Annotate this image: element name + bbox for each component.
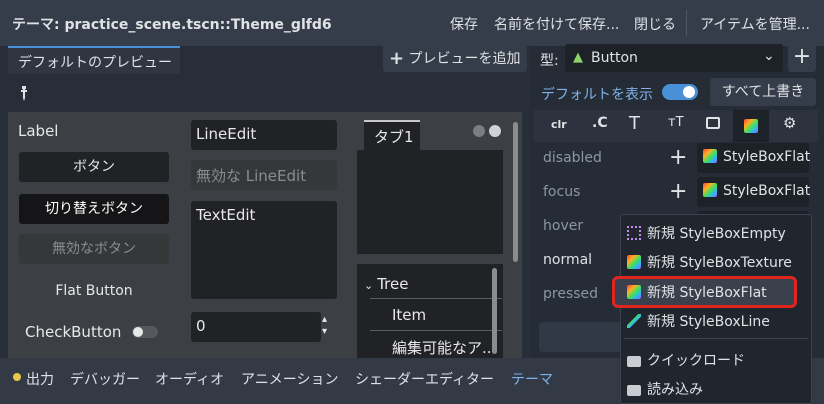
tree-item-row[interactable]: Item [392, 306, 426, 324]
stylebox-flat-icon [703, 149, 717, 163]
tab-container-panel [357, 150, 503, 254]
theme-preview: Label ボタン 切り替えボタン 無効なボタン Flat Button Che… [8, 112, 522, 358]
stylebox-name-disabled: disabled [543, 150, 602, 166]
stylebox-icon [744, 119, 758, 133]
type-dropdown[interactable]: ▲ Button ⌄ [565, 44, 783, 72]
preview-toggle-button[interactable]: 切り替えボタン [19, 194, 169, 224]
stylebox-name-pressed: pressed [543, 286, 599, 302]
stylebox-texture-icon [627, 255, 641, 269]
constant-icon[interactable]: .C [592, 115, 608, 131]
preview-check-button[interactable]: CheckButton [25, 323, 159, 341]
stylebox-name-hover: hover [543, 218, 584, 234]
plus-icon: + [389, 48, 405, 69]
stylebox-empty-icon [627, 226, 641, 240]
show-default-toggle[interactable] [662, 84, 698, 100]
tree-scrollbar[interactable] [492, 268, 497, 354]
preview-label: Label [18, 122, 59, 140]
folder-icon [627, 385, 641, 396]
tab-scroll-right-icon[interactable] [489, 125, 501, 137]
tab-theme[interactable]: テーマ [511, 369, 553, 389]
tab-audio[interactable]: オーディオ [155, 369, 224, 389]
output-status-dot-icon [13, 373, 21, 381]
plus-icon: + [792, 44, 812, 69]
menu-item-quick-load[interactable]: クイックロード [627, 350, 745, 370]
tab-scroll-left-icon[interactable] [473, 125, 485, 137]
preview-scrollbar[interactable] [513, 122, 518, 262]
tab-output[interactable]: 出力 [26, 369, 54, 389]
save-button[interactable]: 保存 [450, 14, 478, 34]
preview-tab1[interactable]: タブ1 [364, 120, 420, 150]
eyedropper-icon[interactable] [19, 86, 29, 106]
manage-items-button[interactable]: アイテムを管理... [700, 14, 810, 34]
font-icon[interactable]: T [629, 113, 640, 134]
close-button[interactable]: 閉じる [634, 14, 676, 34]
show-default-label: デフォルトを表示 [541, 87, 653, 103]
stylebox-name-normal: normal [543, 252, 593, 268]
divider [686, 10, 687, 36]
editor-title: テーマ: practice_scene.tscn::Theme_glfd6 [12, 17, 332, 33]
preview-button[interactable]: ボタン [19, 152, 169, 182]
plus-icon[interactable]: + [669, 181, 687, 203]
type-dropdown-value: Button [591, 50, 638, 66]
preview-line-edit[interactable]: LineEdit [191, 120, 337, 150]
add-stylebox-item-button[interactable] [539, 322, 629, 352]
tab-animation[interactable]: アニメーション [241, 369, 338, 389]
menu-item-new-styleboxempty[interactable]: 新規 StyleBoxEmpty [627, 223, 786, 243]
menu-separator [624, 338, 808, 339]
stylebox-line-icon [627, 314, 641, 328]
plus-icon[interactable]: + [669, 147, 687, 169]
tree-divider [370, 330, 502, 331]
tab-default-preview[interactable]: デフォルトのプレビュー [8, 46, 180, 74]
chevron-down-icon: ⌄ [763, 48, 775, 64]
stylebox-flat-icon [703, 183, 717, 197]
menu-item-new-styleboxflat[interactable]: 新規 StyleBoxFlat [627, 282, 767, 302]
tree-divider [370, 298, 502, 299]
toggle-switch-icon [132, 326, 159, 338]
spinbox-arrows-icon[interactable]: ▴ ▾ [322, 314, 327, 338]
preview-flat-button[interactable]: Flat Button [19, 276, 169, 306]
type-label: 型: [540, 53, 559, 69]
override-all-button[interactable]: すべて上書き [710, 78, 816, 106]
chevron-down-icon: ⌄ [364, 279, 374, 292]
type-settings-icon[interactable]: ⚙ [783, 114, 796, 132]
color-icon[interactable]: clr [551, 118, 567, 131]
preview-spinbox[interactable]: 0 [191, 312, 321, 342]
tree-root-row[interactable]: ⌄ Tree [364, 275, 408, 293]
tab-shader-editor[interactable]: シェーダーエディター [355, 369, 494, 389]
menu-item-new-styleboxtexture[interactable]: 新規 StyleBoxTexture [627, 252, 792, 272]
button-node-icon: ▲ [573, 50, 583, 65]
stylebox-tab-active[interactable] [733, 110, 769, 142]
menu-item-new-styleboxline[interactable]: 新規 StyleBoxLine [627, 311, 770, 331]
add-type-button[interactable]: + [788, 44, 816, 72]
preview-disabled-button: 無効なボタン [19, 234, 169, 264]
save-as-button[interactable]: 名前を付けて保存... [494, 14, 619, 34]
stylebox-field-disabled[interactable]: StyleBoxFlat [697, 143, 810, 173]
menu-item-load[interactable]: 読み込み [627, 379, 703, 399]
stylebox-name-focus: focus [543, 184, 581, 200]
tree-editable-row[interactable]: 編集可能なア... [392, 337, 496, 358]
tab-debugger[interactable]: デバッガー [70, 369, 140, 389]
add-preview-label: プレビューを追加 [408, 51, 521, 67]
folder-icon [627, 356, 641, 367]
check-button-label: CheckButton [25, 323, 122, 341]
stylebox-flat-icon [627, 285, 641, 299]
stylebox-field-focus[interactable]: StyleBoxFlat [697, 177, 810, 207]
preview-disabled-line-edit: 無効な LineEdit [191, 160, 337, 190]
preview-text-edit[interactable]: TextEdit [191, 201, 337, 299]
font-size-icon[interactable]: ᴛT [668, 115, 684, 130]
icon-icon[interactable] [706, 117, 720, 129]
add-preview-button[interactable]: + プレビューを追加 [383, 44, 527, 72]
